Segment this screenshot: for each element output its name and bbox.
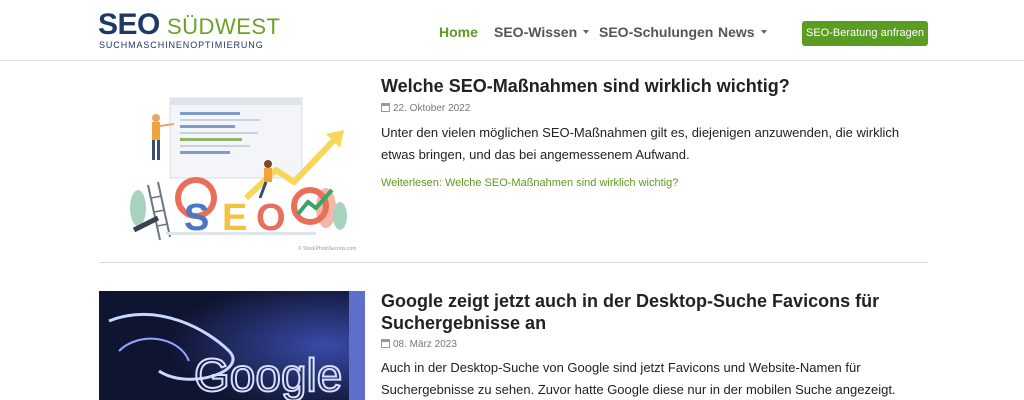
nav-home-label: Home [439,24,478,40]
post-thumbnail-seo[interactable]: S E O © StockPhotoSecrets.com [126,90,366,255]
post-title[interactable]: Google zeigt jetzt auch in der Desktop-S… [381,290,941,334]
nav-news-label: News [718,24,755,40]
chevron-down-icon [760,30,767,35]
logo-suedwest-text: SÜDWEST [167,14,281,39]
site-header: SEO SÜDWEST SUCHMASCHINENOPTIMIERUNG Hom… [0,0,1024,61]
logo-seo-text: SEO [98,8,160,41]
nav-seo-wissen[interactable]: SEO-Wissen [494,23,590,41]
post-title[interactable]: Welche SEO-Maßnahmen sind wirklich wicht… [381,75,941,97]
nav-home[interactable]: Home [439,23,478,41]
calendar-icon [381,103,390,112]
google-neon-text: Google [194,349,342,400]
nav-seo-schulungen-label: SEO-Schulungen [599,24,714,40]
post-date: 08. März 2023 [381,339,457,351]
chevron-down-icon [583,30,590,35]
post-date-text: 22. Oktober 2022 [393,103,471,114]
post-date: 22. Oktober 2022 [381,103,470,115]
nav-news[interactable]: News [718,23,767,41]
post-excerpt: Auch in der Desktop-Suche von Google sin… [381,360,896,397]
post-thumbnail-google[interactable]: Google [99,291,365,400]
post-excerpt: Unter den vielen möglichen SEO-Maßnahmen… [381,125,900,162]
logo-tagline: SUCHMASCHINENOPTIMIERUNG [99,40,264,50]
calendar-icon [381,339,390,348]
seo-consulting-button[interactable]: SEO-Beratung anfragen [802,21,928,46]
post-divider [99,262,928,263]
nav-seo-wissen-label: SEO-Wissen [494,24,578,40]
read-more-link[interactable]: Weiterlesen: Welche SEO-Maßnahmen sind w… [381,176,678,190]
post-date-text: 08. März 2023 [393,339,457,350]
site-logo[interactable]: SEO SÜDWEST SUCHMASCHINENOPTIMIERUNG [98,8,280,54]
image-credit: © StockPhotoSecrets.com [298,245,356,252]
nav-seo-schulungen[interactable]: SEO-Schulungen [599,23,713,41]
